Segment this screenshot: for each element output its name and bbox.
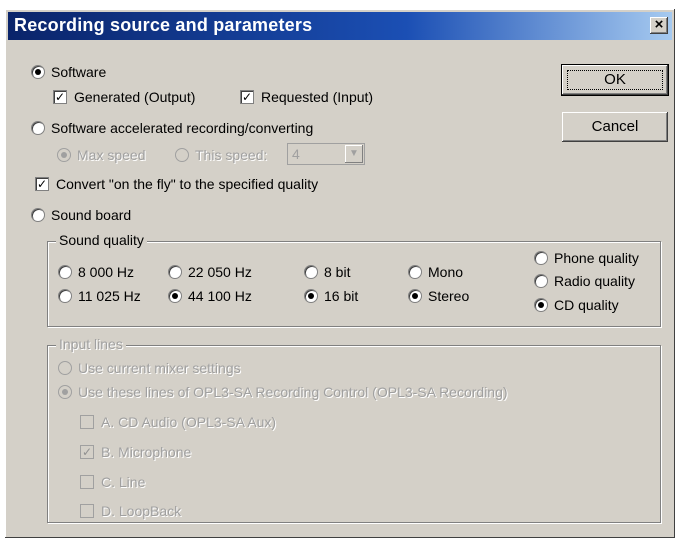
radio-indicator [408,265,422,279]
close-button[interactable]: × [650,17,668,34]
this-speed-radio[interactable]: This speed: [175,147,267,163]
radio-indicator [58,265,72,279]
rate-label: 22 050 Hz [188,264,252,280]
line-label: B. Microphone [101,444,192,460]
use-these-label: Use these lines of OPL3-SA Recording Con… [78,384,508,400]
speed-value: 4 [292,146,300,162]
speed-select[interactable]: 4 ▼ [287,143,365,165]
radio-indicator [58,289,72,303]
radio-indicator [304,289,318,303]
check-indicator: ✓ [35,177,49,191]
check-indicator [80,504,94,518]
rate-label: 11 025 Hz [78,288,141,304]
radio-indicator [304,265,318,279]
chevron-down-icon[interactable]: ▼ [345,145,363,163]
input-lines-group: Input lines Use current mixer settings U… [47,336,661,523]
soundboard-label: Sound board [51,207,132,223]
accelerated-radio[interactable]: Software accelerated recording/convertin… [31,120,313,136]
radio-indicator [534,298,548,312]
max-speed-radio[interactable]: Max speed [57,147,145,163]
input-lines-title: Input lines [56,336,126,352]
radio-indicator [58,361,72,375]
this-speed-label: This speed: [195,147,268,163]
check-indicator [80,415,94,429]
sound-quality-group: Sound quality 8 000 Hz 22 050 Hz 11 025 … [47,232,661,327]
stereo-radio[interactable]: Stereo [408,288,469,304]
radio-indicator [175,148,189,162]
radio-indicator [534,251,548,265]
check-indicator: ✓ [240,90,254,104]
line-loopback-checkbox[interactable]: D. LoopBack [80,503,181,519]
ok-button[interactable]: OK [561,64,669,96]
check-indicator [80,475,94,489]
line-label: D. LoopBack [101,503,182,519]
preset-label: CD quality [554,297,619,313]
rate-22050-radio[interactable]: 22 050 Hz [168,264,252,280]
preset-label: Phone quality [554,250,639,266]
radio-indicator [31,65,45,79]
generated-label: Generated (Output) [74,89,196,105]
title-bar[interactable]: Recording source and parameters × [8,12,672,40]
max-speed-label: Max speed [77,147,146,163]
radio-indicator [31,208,45,222]
radio-indicator [58,385,72,399]
cd-quality-radio[interactable]: CD quality [534,297,619,313]
line-label: A. CD Audio (OPL3-SA Aux) [101,414,277,430]
recording-dialog: Recording source and parameters × OK Can… [4,8,676,539]
mono-label: Mono [428,264,464,280]
radio-indicator [534,274,548,288]
rate-label: 8 000 Hz [78,264,135,280]
radio-indicator [57,148,71,162]
radio-indicator [31,121,45,135]
line-cd-audio-checkbox[interactable]: A. CD Audio (OPL3-SA Aux) [80,414,276,430]
convert-checkbox[interactable]: ✓ Convert "on the fly" to the specified … [35,176,318,192]
check-indicator: ✓ [53,90,67,104]
window-title: Recording source and parameters [14,15,313,35]
software-label: Software [51,64,107,80]
phone-quality-radio[interactable]: Phone quality [534,250,639,266]
focus-rect [567,70,663,90]
bit-label: 8 bit [324,264,351,280]
bit-label: 16 bit [324,288,359,304]
requested-checkbox[interactable]: ✓ Requested (Input) [240,89,373,105]
line-line-checkbox[interactable]: C. Line [80,474,145,490]
preset-label: Radio quality [554,273,635,289]
requested-label: Requested (Input) [261,89,374,105]
use-current-label: Use current mixer settings [78,360,241,376]
bit-16-radio[interactable]: 16 bit [304,288,358,304]
close-icon: × [654,16,664,33]
rate-11025-radio[interactable]: 11 025 Hz [58,288,141,304]
line-microphone-checkbox[interactable]: ✓ B. Microphone [80,444,191,460]
cancel-label: Cancel [591,118,639,135]
use-these-radio[interactable]: Use these lines of OPL3-SA Recording Con… [58,384,508,400]
radio-quality-radio[interactable]: Radio quality [534,273,635,289]
accelerated-label: Software accelerated recording/convertin… [51,120,314,136]
rate-8000-radio[interactable]: 8 000 Hz [58,264,134,280]
mono-radio[interactable]: Mono [408,264,463,280]
radio-indicator [168,265,182,279]
stereo-label: Stereo [428,288,470,304]
line-label: C. Line [101,474,146,490]
sound-quality-title: Sound quality [56,232,147,248]
cancel-button[interactable]: Cancel [562,112,668,142]
use-current-radio[interactable]: Use current mixer settings [58,360,241,376]
convert-label: Convert "on the fly" to the specified qu… [56,176,319,192]
generated-checkbox[interactable]: ✓ Generated (Output) [53,89,195,105]
soundboard-radio[interactable]: Sound board [31,207,131,223]
radio-indicator [168,289,182,303]
check-indicator: ✓ [80,445,94,459]
software-radio[interactable]: Software [31,64,106,80]
rate-label: 44 100 Hz [188,288,252,304]
rate-44100-radio[interactable]: 44 100 Hz [168,288,252,304]
bit-8-radio[interactable]: 8 bit [304,264,350,280]
radio-indicator [408,289,422,303]
